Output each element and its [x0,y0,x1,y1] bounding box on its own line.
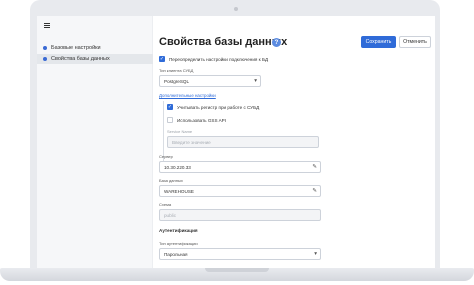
save-button[interactable]: Сохранить [361,36,396,48]
sidebar-item-label: Свойства базы данных [51,56,110,62]
checkbox-unchecked-icon [167,117,173,123]
camera-dot [234,7,238,11]
service-name-placeholder: Введите значение [172,139,211,145]
override-connection-checkbox[interactable]: ✓ Переопределить настройки подключения к… [159,56,268,62]
auth-type-label: Тип аутентификации [159,241,198,246]
bullet-icon [43,46,47,50]
cancel-button[interactable]: Отменить [399,36,431,48]
sidebar-item-basic-settings[interactable]: Базовые настройки [37,43,153,53]
database-value: WAREHOUSE [164,188,194,194]
schema-label: Схема [159,202,172,207]
chevron-down-icon: ▾ [314,251,317,257]
help-icon[interactable]: ? [272,38,281,47]
server-label: Сервер [159,154,173,159]
database-label: База данных [159,178,183,183]
gss-api-label: Использовать GSS API [177,117,226,123]
pencil-icon[interactable]: ✎ [312,164,317,170]
checkbox-checked-icon: ✓ [159,56,165,62]
server-input[interactable]: 10.30.220.33 ✎ [159,161,321,173]
schema-input[interactable]: public [159,209,321,221]
db-client-type-label: Тип клиента СУБД [159,68,194,73]
case-sensitive-label: Учитывать регистр при работе с СУБД [177,104,260,110]
db-client-type-select[interactable]: PostgreSQL ▾ [159,75,261,87]
sidebar-item-database-properties[interactable]: Свойства базы данных [37,54,153,64]
pencil-icon[interactable]: ✎ [312,188,317,194]
auth-type-select[interactable]: Парольная ▾ [159,248,321,260]
case-sensitive-checkbox[interactable]: ✓ Учитывать регистр при работе с СУБД [167,104,259,110]
auth-type-value: Парольная [164,251,188,257]
server-value: 10.30.220.33 [164,164,191,170]
gss-api-checkbox[interactable]: Использовать GSS API [167,117,226,123]
override-connection-label: Переопределить настройки подключения к Б… [169,56,269,62]
checkbox-checked-icon: ✓ [167,104,173,110]
schema-placeholder: public [164,212,177,218]
main-content: Свойства базы данных ? Сохранить Отменит… [153,16,435,268]
page-title: Свойства базы данных [159,36,288,48]
database-input[interactable]: WAREHOUSE ✎ [159,185,321,197]
sidebar: Базовые настройки Свойства базы данных [37,16,153,268]
hamburger-menu-icon[interactable] [44,23,50,28]
service-name-input[interactable]: Введите значение [167,136,319,148]
app-window: Базовые настройки Свойства базы данных С… [37,16,435,268]
db-client-type-value: PostgreSQL [164,78,190,84]
laptop-base-notch [205,268,269,272]
chevron-down-icon: ▾ [254,78,257,84]
sidebar-item-label: Базовые настройки [51,45,101,51]
service-name-label: Service Name [167,129,193,134]
auth-section-title: Аутентификация [159,228,198,233]
advanced-settings-link[interactable]: Дополнительные настройки [159,93,216,98]
bullet-icon [43,57,47,61]
